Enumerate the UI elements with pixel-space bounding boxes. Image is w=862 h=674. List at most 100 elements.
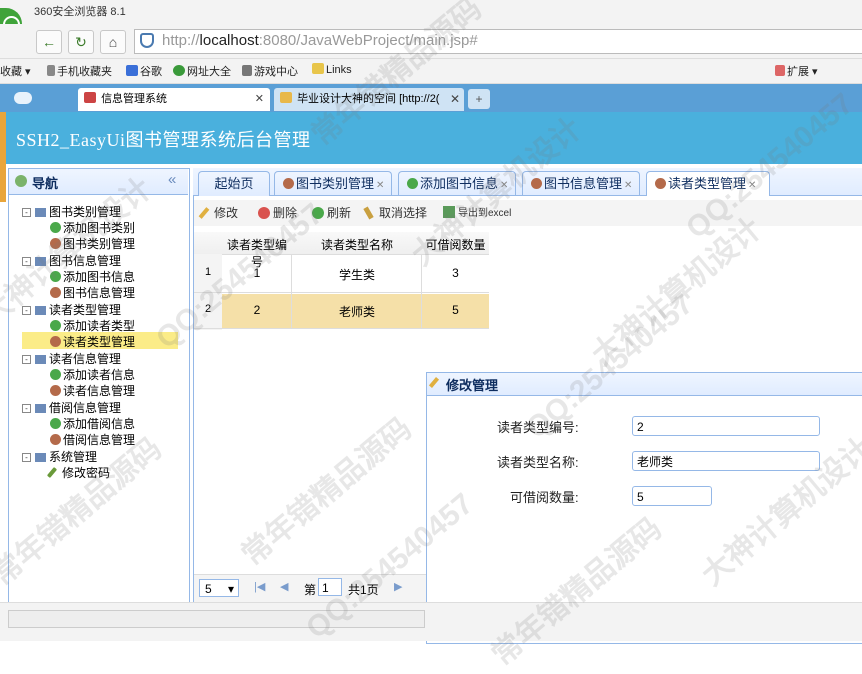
- tree-item-change-password[interactable]: 修改密码: [46, 464, 110, 481]
- row-divider: [194, 292, 489, 293]
- grid-icon: [775, 65, 785, 76]
- delete-button[interactable]: 删除: [258, 204, 297, 221]
- plus-icon: +: [475, 92, 483, 106]
- user-icon: [50, 287, 61, 298]
- collapse-toggle-icon[interactable]: -: [22, 257, 31, 266]
- tree-item-add-reader-type[interactable]: 添加读者类型: [50, 317, 135, 334]
- add-icon: [50, 418, 61, 429]
- col-header-count[interactable]: 可借阅数量: [422, 236, 489, 253]
- tree-group-system[interactable]: - 系统管理: [22, 448, 97, 465]
- cell-name: 学生类: [338, 268, 375, 282]
- close-icon[interactable]: ✕: [624, 180, 632, 191]
- collapse-toggle-icon[interactable]: -: [22, 404, 31, 413]
- nav-globe-icon: [15, 175, 27, 187]
- tree-group-reader-type[interactable]: - 读者类型管理: [22, 301, 121, 318]
- tab-start-page[interactable]: 起始页: [198, 171, 270, 196]
- browser-tab[interactable]: 毕业设计大神的空间 [http://2(: [274, 88, 464, 111]
- tree-item-add-book-category[interactable]: 添加图书类别: [50, 219, 135, 236]
- user-icon: [50, 434, 61, 445]
- star-icon: [280, 92, 292, 103]
- col-header-name[interactable]: 读者类型名称: [292, 236, 422, 253]
- folder-icon: [35, 257, 46, 266]
- type-id-input[interactable]: 2: [632, 416, 820, 436]
- page-size-select[interactable]: 5 ▾: [199, 579, 239, 597]
- page-icon: [84, 92, 96, 103]
- extensions-menu[interactable]: 扩展 ▾: [775, 63, 818, 79]
- collapse-icon[interactable]: «: [168, 171, 176, 188]
- user-icon: [50, 238, 61, 249]
- delete-icon: [258, 207, 270, 219]
- google-icon: [126, 65, 138, 76]
- new-tab-button[interactable]: +: [468, 89, 490, 109]
- folder-icon: [35, 453, 46, 462]
- collapse-toggle-icon[interactable]: -: [22, 453, 31, 462]
- add-icon: [407, 178, 418, 189]
- field-label-count: 可借阅数量:: [510, 490, 579, 505]
- close-icon[interactable]: ✕: [748, 180, 756, 191]
- tree-item-reader-info-manage[interactable]: 读者信息管理: [50, 382, 135, 399]
- tab-add-book-info[interactable]: 添加图书信息 ✕: [398, 171, 516, 195]
- bookmark-games[interactable]: 游戏中心: [242, 63, 298, 79]
- close-icon[interactable]: ✕: [500, 180, 508, 191]
- cancel-select-button[interactable]: 取消选择: [363, 204, 427, 221]
- tree-item-book-info-manage[interactable]: 图书信息管理: [50, 284, 135, 301]
- close-icon[interactable]: ✕: [376, 180, 384, 191]
- tab-reader-type-manage[interactable]: 读者类型管理 ✕: [646, 171, 770, 196]
- col-header-id[interactable]: 读者类型编号: [222, 236, 292, 270]
- shield-icon: [140, 33, 154, 48]
- tab-book-category[interactable]: 图书类别管理 ✕: [274, 171, 392, 195]
- collapse-toggle-icon[interactable]: -: [22, 306, 31, 315]
- type-name-input[interactable]: 老师类: [632, 451, 820, 471]
- tree-group-book-info[interactable]: - 图书信息管理: [22, 252, 121, 269]
- tree-group-book-category[interactable]: - 图书类别管理: [22, 203, 121, 220]
- cloud-icon: [14, 92, 32, 104]
- tree-item-add-book-info[interactable]: 添加图书信息: [50, 268, 135, 285]
- bookmark-google[interactable]: 谷歌: [126, 63, 162, 79]
- tree-group-borrow-info[interactable]: - 借阅信息管理: [22, 399, 121, 416]
- tree-item-borrow-info-manage[interactable]: 借阅信息管理: [50, 431, 135, 448]
- bookmark-sites[interactable]: 网址大全: [173, 63, 231, 79]
- collapse-toggle-icon[interactable]: -: [22, 208, 31, 217]
- prev-page-icon[interactable]: ◀: [280, 580, 288, 593]
- close-tab-icon[interactable]: ✕: [450, 92, 460, 106]
- refresh-browser-button[interactable]: ↻: [68, 30, 94, 54]
- address-url[interactable]: http://localhost:8080/JavaWebProject/mai…: [162, 32, 478, 49]
- add-icon: [50, 369, 61, 380]
- dialog-title: 修改管理: [446, 378, 499, 393]
- page-number-input[interactable]: 1: [318, 578, 342, 596]
- horizontal-scrollbar[interactable]: [8, 610, 425, 628]
- folder-icon: [35, 404, 46, 413]
- edit-button[interactable]: 修改: [198, 204, 238, 221]
- collapse-toggle-icon[interactable]: -: [22, 355, 31, 364]
- tree-item-add-reader-info[interactable]: 添加读者信息: [50, 366, 135, 383]
- tree-group-reader-info[interactable]: - 读者信息管理: [22, 350, 121, 367]
- page-label: 第: [304, 583, 317, 597]
- back-arrow-icon: ←: [42, 34, 56, 50]
- refresh-button[interactable]: 刷新: [312, 204, 351, 221]
- tree-item-reader-type-manage[interactable]: 读者类型管理: [50, 333, 135, 350]
- reload-icon: ↻: [75, 34, 87, 50]
- back-button[interactable]: ←: [36, 30, 62, 54]
- row-number: 1: [204, 266, 212, 278]
- export-excel-button[interactable]: 导出到excel: [443, 204, 511, 219]
- browser-tab-active[interactable]: 信息管理系统 ✕: [78, 88, 270, 111]
- excel-icon: [443, 206, 455, 218]
- bookmark-mobile[interactable]: 手机收藏夹: [47, 63, 112, 79]
- chevron-down-icon: ▾: [227, 582, 234, 596]
- next-page-icon[interactable]: ▶: [394, 580, 402, 593]
- bookmark-links[interactable]: Links: [312, 63, 352, 76]
- total-pages: 共1页: [348, 583, 379, 597]
- tree-item-book-category-manage[interactable]: 图书类别管理: [50, 235, 135, 252]
- tree-item-add-borrow-info[interactable]: 添加借阅信息: [50, 415, 135, 432]
- browser-titlebar: [0, 0, 862, 24]
- row-divider: [194, 328, 489, 329]
- count-input[interactable]: 5: [632, 486, 712, 506]
- bookmark-favorites[interactable]: 收藏 ▾: [0, 63, 31, 79]
- tab-book-info-manage[interactable]: 图书信息管理 ✕: [522, 171, 640, 195]
- first-page-icon[interactable]: |◀: [254, 580, 265, 593]
- phone-icon: [47, 65, 55, 76]
- home-button[interactable]: ⌂: [100, 30, 126, 54]
- folder-icon: [35, 306, 46, 315]
- cell-count: 3: [452, 266, 459, 280]
- close-tab-icon[interactable]: ✕: [255, 88, 264, 111]
